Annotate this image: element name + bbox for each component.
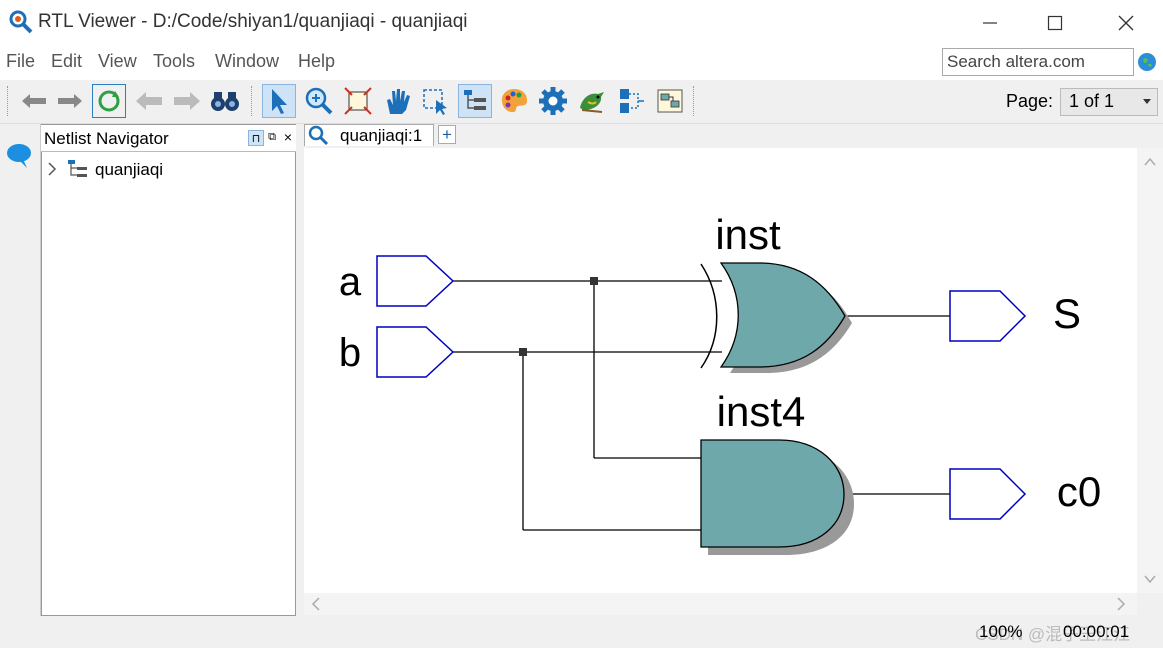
output-port-s: [949, 290, 1027, 342]
back-page-icon: [136, 92, 162, 110]
export-icon: [657, 89, 683, 113]
maximize-button[interactable]: [1027, 0, 1083, 46]
instance-label-inst4: inst4: [717, 388, 806, 435]
refresh-icon: [98, 90, 120, 112]
area-select-button[interactable]: [418, 84, 452, 118]
input-label-a: a: [339, 260, 362, 304]
output-label-c0: c0: [1057, 468, 1101, 515]
pin-button[interactable]: ⊓: [248, 130, 264, 146]
maximize-icon: [1047, 15, 1063, 31]
scroll-right-icon: [1117, 597, 1126, 611]
toolbar-separator-2: [693, 86, 696, 116]
output-port-c0: [949, 468, 1027, 520]
netlist-button[interactable]: [614, 84, 648, 118]
bird-icon: [580, 92, 604, 113]
scroll-up-icon: [1144, 157, 1156, 166]
tab-label: quanjiaqi:1: [340, 126, 423, 145]
bird-button[interactable]: [575, 84, 609, 118]
schematic: a b inst inst4 S c0: [339, 211, 1101, 555]
search-input[interactable]: Search altera.com: [942, 48, 1134, 76]
vertical-scrollbar[interactable]: [1137, 148, 1163, 593]
instance-label-inst: inst: [715, 211, 781, 258]
menu-view[interactable]: View: [98, 51, 137, 72]
page-select[interactable]: 1 of 1: [1060, 88, 1158, 116]
pin-icon: ⊓: [251, 132, 261, 145]
next-page-button[interactable]: [170, 84, 204, 118]
float-button[interactable]: ⧉: [265, 130, 279, 144]
hierarchy-icon: [464, 90, 486, 110]
refresh-button[interactable]: [92, 84, 126, 118]
export-button[interactable]: [653, 84, 687, 118]
menu-tools[interactable]: Tools: [153, 51, 195, 72]
rtl-viewer-app-icon: [8, 9, 34, 35]
netlist-icon: [620, 89, 644, 113]
minimize-icon: [983, 22, 997, 24]
page-select-value: 1 of 1: [1069, 91, 1115, 111]
find-button[interactable]: [208, 84, 242, 118]
menu-edit[interactable]: Edit: [51, 51, 82, 72]
color-settings-button[interactable]: [497, 84, 531, 118]
menu-help[interactable]: Help: [298, 51, 335, 72]
output-label-s: S: [1053, 290, 1081, 337]
select-tool-button[interactable]: [262, 84, 296, 118]
junction-dot-b: [519, 348, 527, 356]
scroll-left-icon: [311, 597, 320, 611]
page-label: Page:: [1006, 91, 1054, 111]
window-title: RTL Viewer - D:/Code/shiyan1/quanjiaqi -…: [38, 11, 468, 32]
palette-icon: [501, 89, 527, 113]
globe-icon[interactable]: [1138, 53, 1156, 71]
menu-file[interactable]: File: [6, 51, 35, 72]
chevron-right-icon: [48, 162, 57, 176]
forward-button[interactable]: [52, 84, 86, 118]
speech-bubble-icon: [7, 144, 31, 168]
messages-button[interactable]: [5, 140, 35, 175]
add-tab-button[interactable]: +: [438, 125, 456, 144]
hierarchy-node-icon: [66, 158, 90, 185]
chevron-down-icon: [1143, 99, 1151, 104]
input-port-b: [376, 326, 455, 378]
hand-tool-button[interactable]: [380, 84, 414, 118]
tree-expand-toggle[interactable]: [47, 162, 57, 181]
tab-rtl-icon: [306, 124, 332, 151]
horizontal-scrollbar[interactable]: [304, 593, 1137, 615]
back-button[interactable]: [18, 84, 52, 118]
fit-icon: [344, 87, 372, 115]
input-port-a: [376, 255, 455, 307]
previous-page-button[interactable]: [132, 84, 166, 118]
settings-button[interactable]: [536, 84, 570, 118]
binoculars-icon: [211, 92, 239, 111]
back-icon: [22, 94, 46, 108]
input-label-b: b: [339, 331, 361, 375]
gear-icon: [539, 87, 567, 115]
elapsed-time: 00:00:01: [1063, 622, 1130, 641]
left-dock-strip: [0, 124, 41, 616]
zoom-icon: [305, 87, 333, 115]
junction-dot-a: [590, 277, 598, 285]
fit-in-window-button[interactable]: [341, 84, 375, 118]
scroll-down-icon: [1144, 575, 1156, 584]
and-gate-inst4: [700, 439, 845, 548]
forward-page-icon: [174, 92, 200, 110]
zoom-tool-button[interactable]: [302, 84, 336, 118]
tree-item-quanjiaqi[interactable]: quanjiaqi: [95, 160, 163, 180]
hand-icon: [387, 89, 410, 114]
schematic-canvas[interactable]: a b inst inst4 S c0: [304, 148, 1137, 593]
close-icon: ×: [283, 129, 293, 145]
close-icon: [1118, 15, 1134, 31]
netlist-navigator-panel: [41, 124, 296, 616]
toolbar-grip: [7, 86, 10, 116]
select-arrow-icon: [272, 89, 287, 114]
toolbar-separator: [251, 86, 254, 116]
close-button[interactable]: [1098, 0, 1154, 46]
area-select-icon: [423, 89, 447, 115]
hierarchy-button[interactable]: [458, 84, 492, 118]
menu-window[interactable]: Window: [215, 51, 279, 72]
minimize-button[interactable]: [962, 0, 1018, 46]
navigator-title: Netlist Navigator: [44, 129, 169, 148]
zoom-level: 100%: [979, 622, 1023, 641]
float-icon: ⧉: [268, 130, 276, 143]
forward-icon: [58, 94, 82, 108]
panel-close-button[interactable]: ×: [281, 129, 295, 145]
